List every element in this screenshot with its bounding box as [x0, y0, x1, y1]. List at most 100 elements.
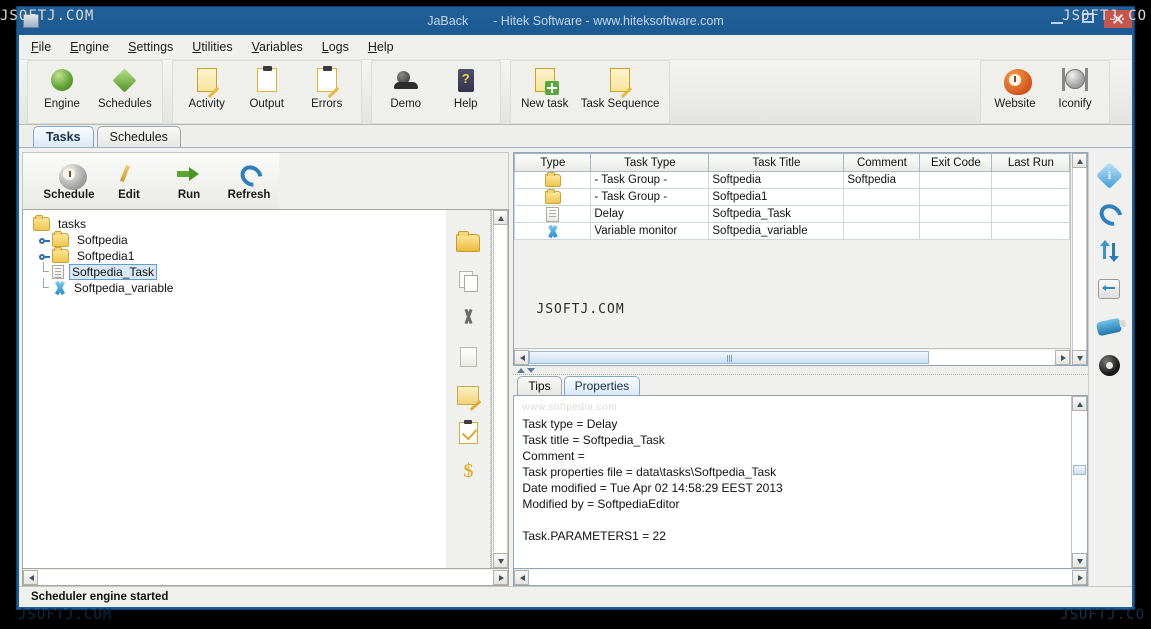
toolbar-button-engine[interactable]: Engine [32, 63, 92, 110]
schedule-button[interactable]: Schedule [39, 161, 99, 201]
tree-item-softpedia1[interactable]: Softpedia1 [31, 247, 446, 264]
table-vertical-scrollbar[interactable] [1070, 153, 1088, 365]
toolbar-label: Website [994, 98, 1036, 110]
toolbar-group-engine: Engine Schedules [27, 60, 163, 124]
tab-tasks[interactable]: Tasks [33, 126, 94, 147]
tree-item-softpedia-task[interactable]: Softpedia_Task [31, 262, 446, 280]
tree-item-tasks[interactable]: tasks [31, 215, 446, 232]
column-exit-code[interactable]: Exit Code [919, 153, 993, 172]
edit-button[interactable]: Edit [99, 161, 159, 201]
toolbar-button-new-task[interactable]: New task [515, 63, 575, 110]
sort-arrows-icon[interactable] [1096, 240, 1122, 262]
tab-tips[interactable]: Tips [517, 376, 562, 395]
toolbar-button-output[interactable]: Output [237, 63, 297, 110]
window-title: JaBack - Hitek Software - www.hiteksoftw… [17, 14, 1134, 28]
scroll-left-icon[interactable] [23, 569, 38, 585]
toolbar-button-errors[interactable]: Errors [297, 63, 357, 110]
table-row[interactable]: - Task Group - Softpedia1 [514, 188, 1071, 206]
menu-variables[interactable]: Variables [252, 40, 303, 54]
column-task-type[interactable]: Task Type [590, 153, 710, 172]
expand-handle-icon[interactable] [39, 251, 50, 262]
scroll-right-icon[interactable] [1055, 349, 1071, 365]
resize-width-icon[interactable] [1096, 278, 1122, 300]
scroll-track[interactable] [1071, 168, 1087, 350]
properties-horizontal-scrollbar[interactable] [513, 569, 1089, 586]
new-folder-icon[interactable] [455, 231, 481, 254]
tree-toolbar: Schedule Edit Run Refresh [22, 152, 510, 209]
scroll-left-icon[interactable] [514, 569, 530, 585]
scroll-track[interactable] [1072, 411, 1088, 553]
scroll-up-icon[interactable] [492, 210, 508, 225]
copy-icon[interactable] [455, 270, 481, 292]
table-horizontal-scrollbar[interactable] [514, 348, 1071, 365]
toolbar-button-activity[interactable]: Activity [177, 63, 237, 110]
dollar-icon[interactable]: $ [455, 460, 481, 482]
toolbar-button-task-sequence[interactable]: Task Sequence [575, 63, 666, 110]
run-button[interactable]: Run [159, 161, 219, 201]
scroll-down-icon[interactable] [1071, 350, 1087, 365]
menu-file[interactable]: File [31, 40, 51, 54]
scroll-down-icon[interactable] [1072, 553, 1088, 568]
tab-properties[interactable]: Properties [563, 376, 641, 395]
menu-logs[interactable]: Logs [322, 40, 349, 54]
scroll-track[interactable] [529, 349, 1056, 365]
scroll-right-icon[interactable] [1072, 569, 1088, 585]
checklist-icon[interactable] [455, 420, 481, 444]
paste-icon[interactable] [455, 346, 481, 368]
tree-vertical-scrollbar[interactable] [491, 210, 509, 568]
scroll-track[interactable] [492, 225, 508, 553]
column-type[interactable]: Type [514, 153, 592, 172]
properties-vertical-scrollbar[interactable] [1071, 396, 1088, 568]
scroll-down-icon[interactable] [492, 553, 508, 568]
info-icon[interactable]: i [1095, 161, 1123, 189]
scroll-left-icon[interactable] [514, 349, 530, 365]
scroll-thumb[interactable] [1073, 464, 1087, 475]
scroll-track[interactable] [38, 569, 494, 585]
refresh-icon[interactable] [1096, 202, 1122, 224]
scroll-up-icon[interactable] [1072, 396, 1088, 411]
title-bar: JaBack - Hitek Software - www.hiteksoftw… [17, 7, 1134, 35]
toolbar-label: Iconify [1058, 98, 1092, 110]
toolbar-button-demo[interactable]: Demo [376, 63, 436, 110]
split-pane-divider[interactable] [513, 366, 1089, 375]
usb-drive-icon[interactable] [1095, 316, 1123, 338]
column-task-title[interactable]: Task Title [708, 153, 845, 172]
right-pane: Type Task Type Task Title Comment Exit C… [513, 152, 1089, 586]
collapse-up-icon[interactable] [517, 367, 526, 373]
scroll-right-icon[interactable] [493, 569, 509, 585]
refresh-button[interactable]: Refresh [219, 160, 279, 201]
properties-text-area[interactable]: www.softpedia.com Task type = Delay Task… [513, 395, 1089, 569]
tab-schedules[interactable]: Schedules [96, 126, 181, 147]
tree-item-softpedia[interactable]: Softpedia [31, 231, 446, 248]
tree-item-softpedia-variable[interactable]: Softpedia_variable [31, 278, 446, 296]
table-row[interactable]: Delay Softpedia_Task [514, 205, 1071, 223]
edit-note-icon[interactable] [455, 384, 482, 411]
toolbar-button-iconify[interactable]: Iconify [1045, 63, 1105, 110]
cell-task-type: Delay [590, 205, 710, 223]
disc-icon[interactable] [1096, 354, 1122, 376]
table-row[interactable]: Variable monitor Softpedia_variable [514, 222, 1071, 240]
tree-horizontal-scrollbar[interactable] [22, 569, 510, 586]
expand-handle-icon[interactable] [39, 235, 50, 246]
column-last-run[interactable]: Last Run [991, 153, 1071, 172]
task-tree[interactable]: tasks Softpedia Softpedia1 Softpedia_Tas… [23, 210, 447, 568]
column-comment[interactable]: Comment [843, 153, 921, 172]
scroll-track[interactable] [529, 569, 1073, 585]
toolbar-button-schedules[interactable]: Schedules [92, 63, 158, 110]
menu-settings[interactable]: Settings [128, 40, 173, 54]
collapse-down-icon[interactable] [527, 367, 536, 373]
toolbar-button-website[interactable]: Website [985, 63, 1045, 110]
menu-engine[interactable]: Engine [70, 40, 109, 54]
toolbar-label: New task [521, 98, 569, 110]
properties-tab-strip: Tips Properties [513, 375, 1088, 395]
orange-clock-icon [1002, 65, 1032, 95]
scroll-up-icon[interactable] [1071, 153, 1087, 168]
menu-utilities[interactable]: Utilities [192, 40, 232, 54]
toolbar-button-help[interactable]: Help [436, 63, 496, 110]
menu-help[interactable]: Help [368, 40, 394, 54]
main-tab-strip: Tasks Schedules [19, 125, 1132, 148]
scroll-thumb[interactable] [529, 350, 930, 364]
green-arrow-icon [177, 161, 201, 187]
cut-scissors-icon[interactable] [455, 308, 481, 330]
table-row[interactable]: - Task Group - Softpedia Softpedia [514, 171, 1071, 189]
